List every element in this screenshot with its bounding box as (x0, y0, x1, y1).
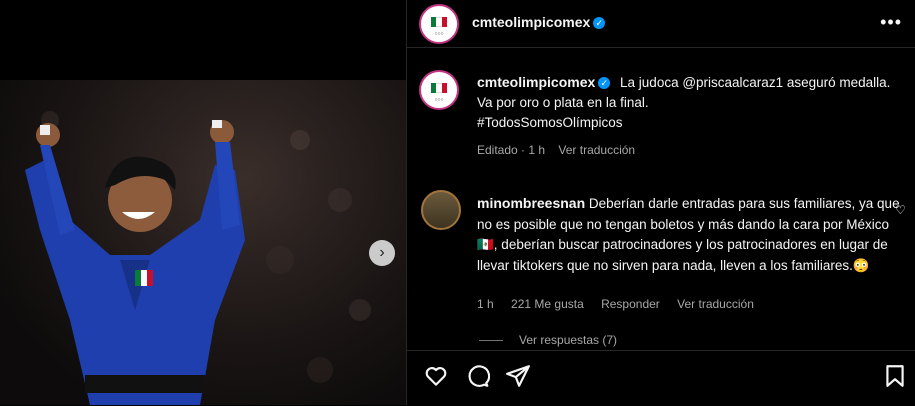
comment-time: 1 h (477, 297, 494, 311)
comment-likes[interactable]: 221 Me gusta (511, 297, 584, 311)
comment-like-icon[interactable]: ♡ (895, 203, 906, 217)
account-avatar[interactable]: ○○○ (419, 4, 459, 44)
mexico-flag-icon (431, 82, 447, 93)
commenter-avatar[interactable] (421, 190, 461, 230)
comment-meta: 1 h 221 Me gusta Responder Ver traducció… (477, 297, 768, 311)
post-photo: › (0, 0, 406, 405)
view-replies-button[interactable]: Ver respuestas (7) (479, 333, 617, 347)
post-header: ○○○ cmteolimpicomex ✓ ••• (407, 0, 915, 48)
comment-translate-link[interactable]: Ver traducción (677, 297, 754, 311)
replies-divider (479, 340, 503, 342)
judoka-photo (0, 80, 406, 405)
caption-hashtag[interactable]: #TodosSomosOlímpicos (477, 115, 623, 130)
heart-icon[interactable] (423, 363, 449, 389)
caption-translate-link[interactable]: Ver traducción (558, 143, 635, 157)
caption-username[interactable]: cmteolimpicomex (477, 74, 595, 90)
view-replies-label[interactable]: Ver respuestas (7) (519, 333, 617, 347)
mexico-flag-icon (431, 16, 447, 27)
action-bar (407, 350, 915, 406)
comment-icon[interactable] (464, 363, 490, 389)
share-icon[interactable] (505, 363, 531, 389)
more-options-icon[interactable]: ••• (880, 12, 902, 33)
account-username[interactable]: cmteolimpicomex (472, 14, 590, 30)
caption-line-2: Va por oro o plata en la final. (477, 95, 649, 110)
comment-reply-button[interactable]: Responder (601, 297, 660, 311)
next-slide-button[interactable]: › (369, 240, 395, 266)
verified-badge-icon: ✓ (593, 16, 606, 29)
comment: minombreesnan Deberían darle entradas pa… (477, 193, 902, 276)
verified-badge-icon: ✓ (598, 77, 611, 90)
commenter-username[interactable]: minombreesnan (477, 195, 585, 211)
post-side-panel: ○○○ cmteolimpicomex ✓ ••• ○○○ cmteolimpic… (406, 0, 915, 405)
caption-avatar[interactable]: ○○○ (419, 70, 459, 110)
olympic-rings-icon: ○○○ (434, 97, 444, 104)
bookmark-icon[interactable] (882, 363, 908, 389)
caption: cmteolimpicomex ✓ La judoca @priscaalcara… (477, 72, 897, 160)
olympic-rings-icon: ○○○ (434, 31, 444, 38)
caption-time: Editado · 1 h (477, 143, 546, 157)
caption-line-1: La judoca @priscaalcaraz1 aseguró medall… (620, 75, 891, 90)
chevron-right-icon: › (379, 244, 385, 261)
